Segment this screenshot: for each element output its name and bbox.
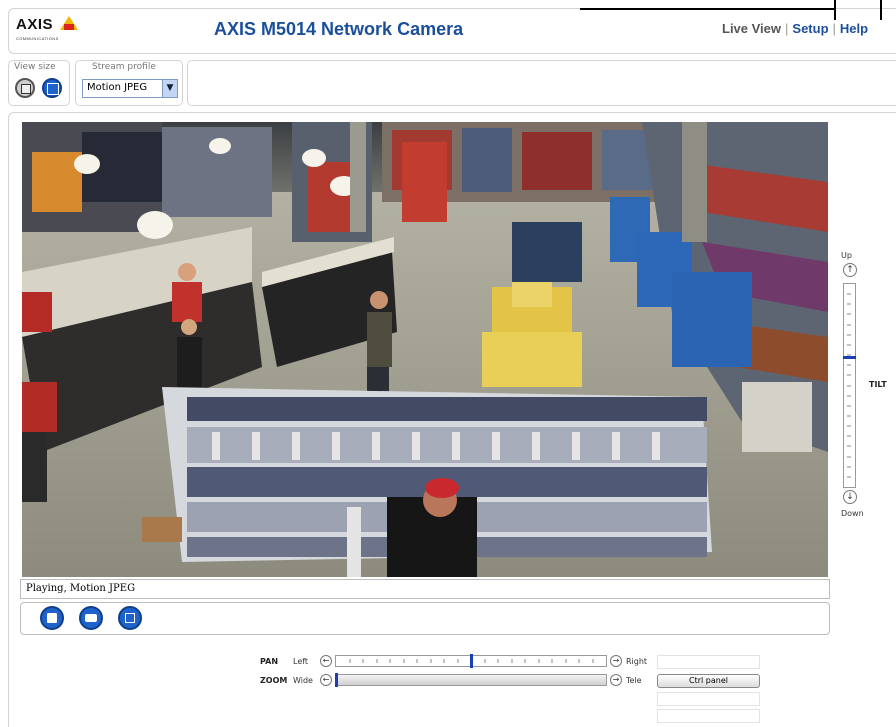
nav-help-link[interactable]: Help: [840, 21, 868, 36]
tilt-down-label: Down: [841, 509, 864, 518]
ctrl-panel-button[interactable]: Ctrl panel: [657, 674, 760, 688]
callout-line: [834, 8, 836, 20]
tilt-label: TILT: [869, 380, 887, 389]
tilt-slider-thumb[interactable]: [843, 355, 856, 359]
logo-text: AXIS: [16, 16, 54, 33]
pan-slider-thumb[interactable]: [469, 654, 473, 668]
zoom-label: ZOOM: [260, 676, 288, 685]
arrow-up-icon[interactable]: ↑: [843, 263, 857, 277]
page-title: AXIS M5014 Network Camera: [214, 19, 464, 39]
stream-profile-label: Stream profile: [92, 62, 156, 72]
ctrl-placeholder: [657, 655, 760, 669]
snapshot-button[interactable]: [79, 606, 103, 630]
zoom-slider-thumb[interactable]: [335, 673, 338, 687]
arrow-left-icon[interactable]: ←: [320, 655, 332, 667]
arrow-down-icon[interactable]: ↓: [843, 490, 857, 504]
arrow-right-icon[interactable]: →: [610, 655, 622, 667]
video-stream[interactable]: [22, 122, 828, 577]
logo-subtext: COMMUNICATIONS: [16, 36, 59, 41]
arrow-left-icon[interactable]: ←: [320, 674, 332, 686]
arrow-right-icon[interactable]: →: [610, 674, 622, 686]
pan-left-label: Left: [293, 657, 309, 666]
zoom-tele-label: Tele: [626, 676, 642, 685]
tilt-slider[interactable]: [843, 283, 856, 488]
nav-separator: |: [785, 21, 789, 36]
callout-line: [880, 0, 882, 20]
view-size-label: View size: [14, 62, 56, 72]
callout-line: [580, 0, 836, 10]
stop-button[interactable]: [40, 606, 64, 630]
ctrl-placeholder: [657, 709, 760, 723]
view-size-large-button[interactable]: [42, 78, 62, 98]
pan-label: PAN: [260, 657, 279, 666]
nav-separator: |: [832, 21, 836, 36]
dropdown-arrow-icon[interactable]: ▼: [162, 80, 177, 97]
video-status: Playing, Motion JPEG: [20, 579, 830, 599]
toolbar-empty-area: [187, 60, 896, 106]
view-size-small-button[interactable]: [15, 78, 35, 98]
tilt-up-label: Up: [841, 251, 852, 260]
zoom-slider[interactable]: [335, 674, 607, 686]
tilt-ticks: [847, 293, 851, 478]
pan-right-label: Right: [626, 657, 648, 666]
fullscreen-button[interactable]: [118, 606, 142, 630]
zoom-wide-label: Wide: [293, 676, 313, 685]
nav-live-view[interactable]: Live View: [722, 21, 781, 36]
ctrl-placeholder: [657, 692, 760, 706]
nav-setup-link[interactable]: Setup: [792, 21, 828, 36]
top-nav: Live View | Setup | Help: [722, 21, 868, 36]
logo-accent-icon: [64, 24, 74, 30]
